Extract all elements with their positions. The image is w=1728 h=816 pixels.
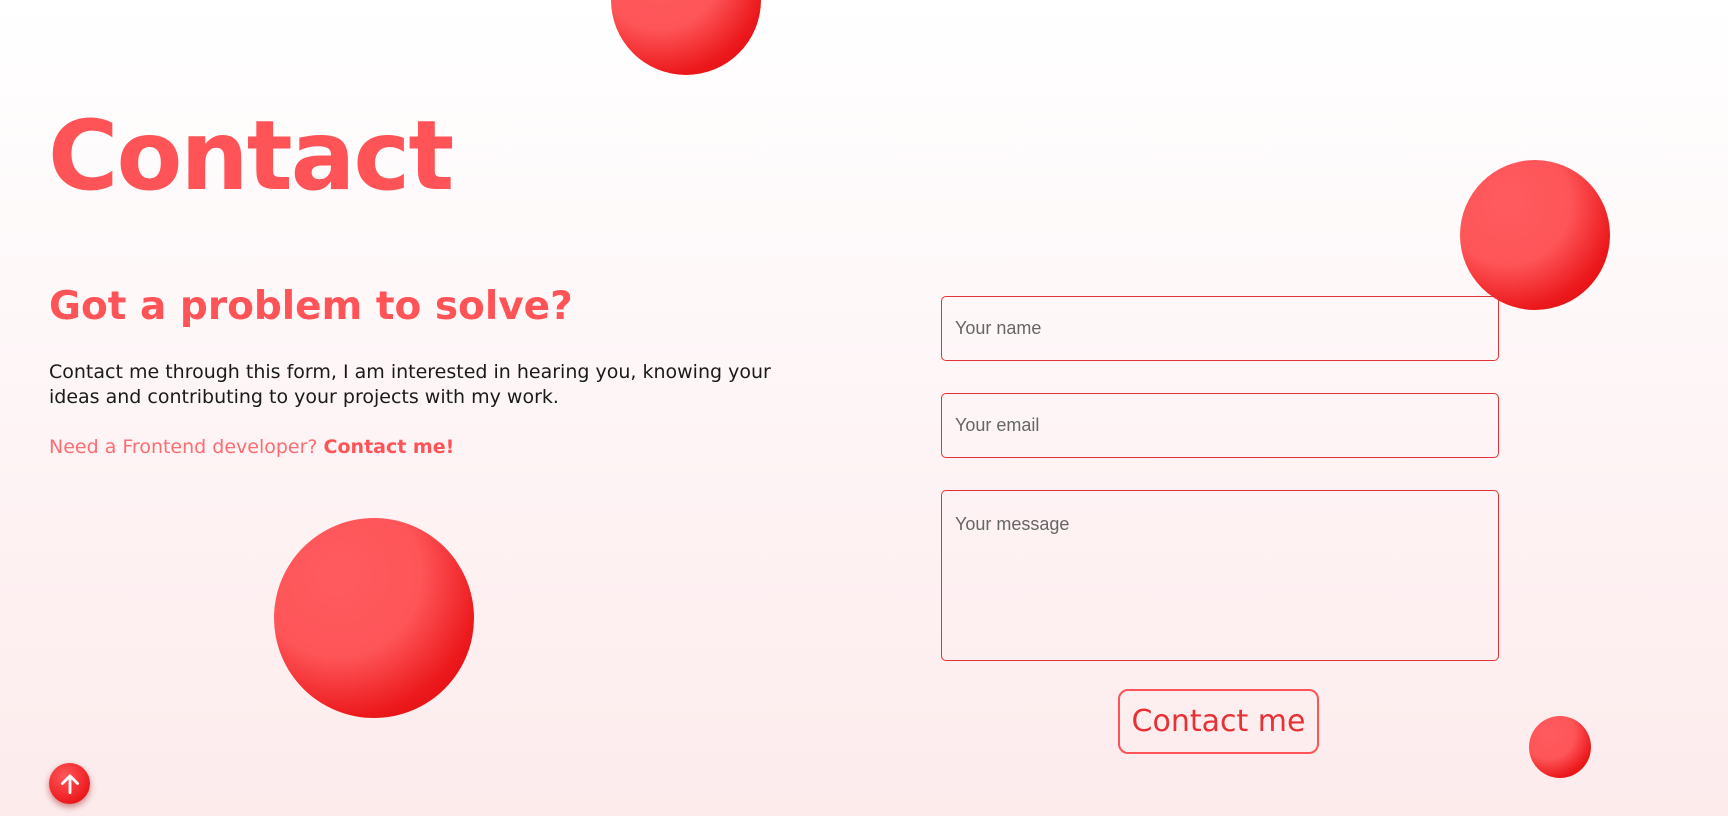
message-field[interactable] [941, 490, 1499, 661]
email-field[interactable] [941, 393, 1499, 458]
intro-text: Contact me through this form, I am inter… [49, 361, 771, 408]
cta-prefix: Need a Frontend developer? [49, 436, 324, 458]
contact-me-link[interactable]: Contact me! [324, 436, 455, 458]
section-subtitle: Got a problem to solve? [49, 284, 573, 329]
scroll-to-top-button[interactable] [49, 763, 90, 804]
contact-me-button[interactable]: Contact me [1118, 689, 1319, 754]
name-field[interactable] [941, 296, 1499, 361]
decorative-sphere-right [1460, 160, 1610, 310]
decorative-sphere-left [274, 518, 474, 718]
page-title: Contact [48, 100, 454, 212]
decorative-sphere-small [1529, 716, 1591, 778]
decorative-sphere-top [611, 0, 761, 75]
arrow-up-icon [60, 773, 79, 794]
cta-line: Need a Frontend developer? Contact me! [49, 435, 454, 460]
